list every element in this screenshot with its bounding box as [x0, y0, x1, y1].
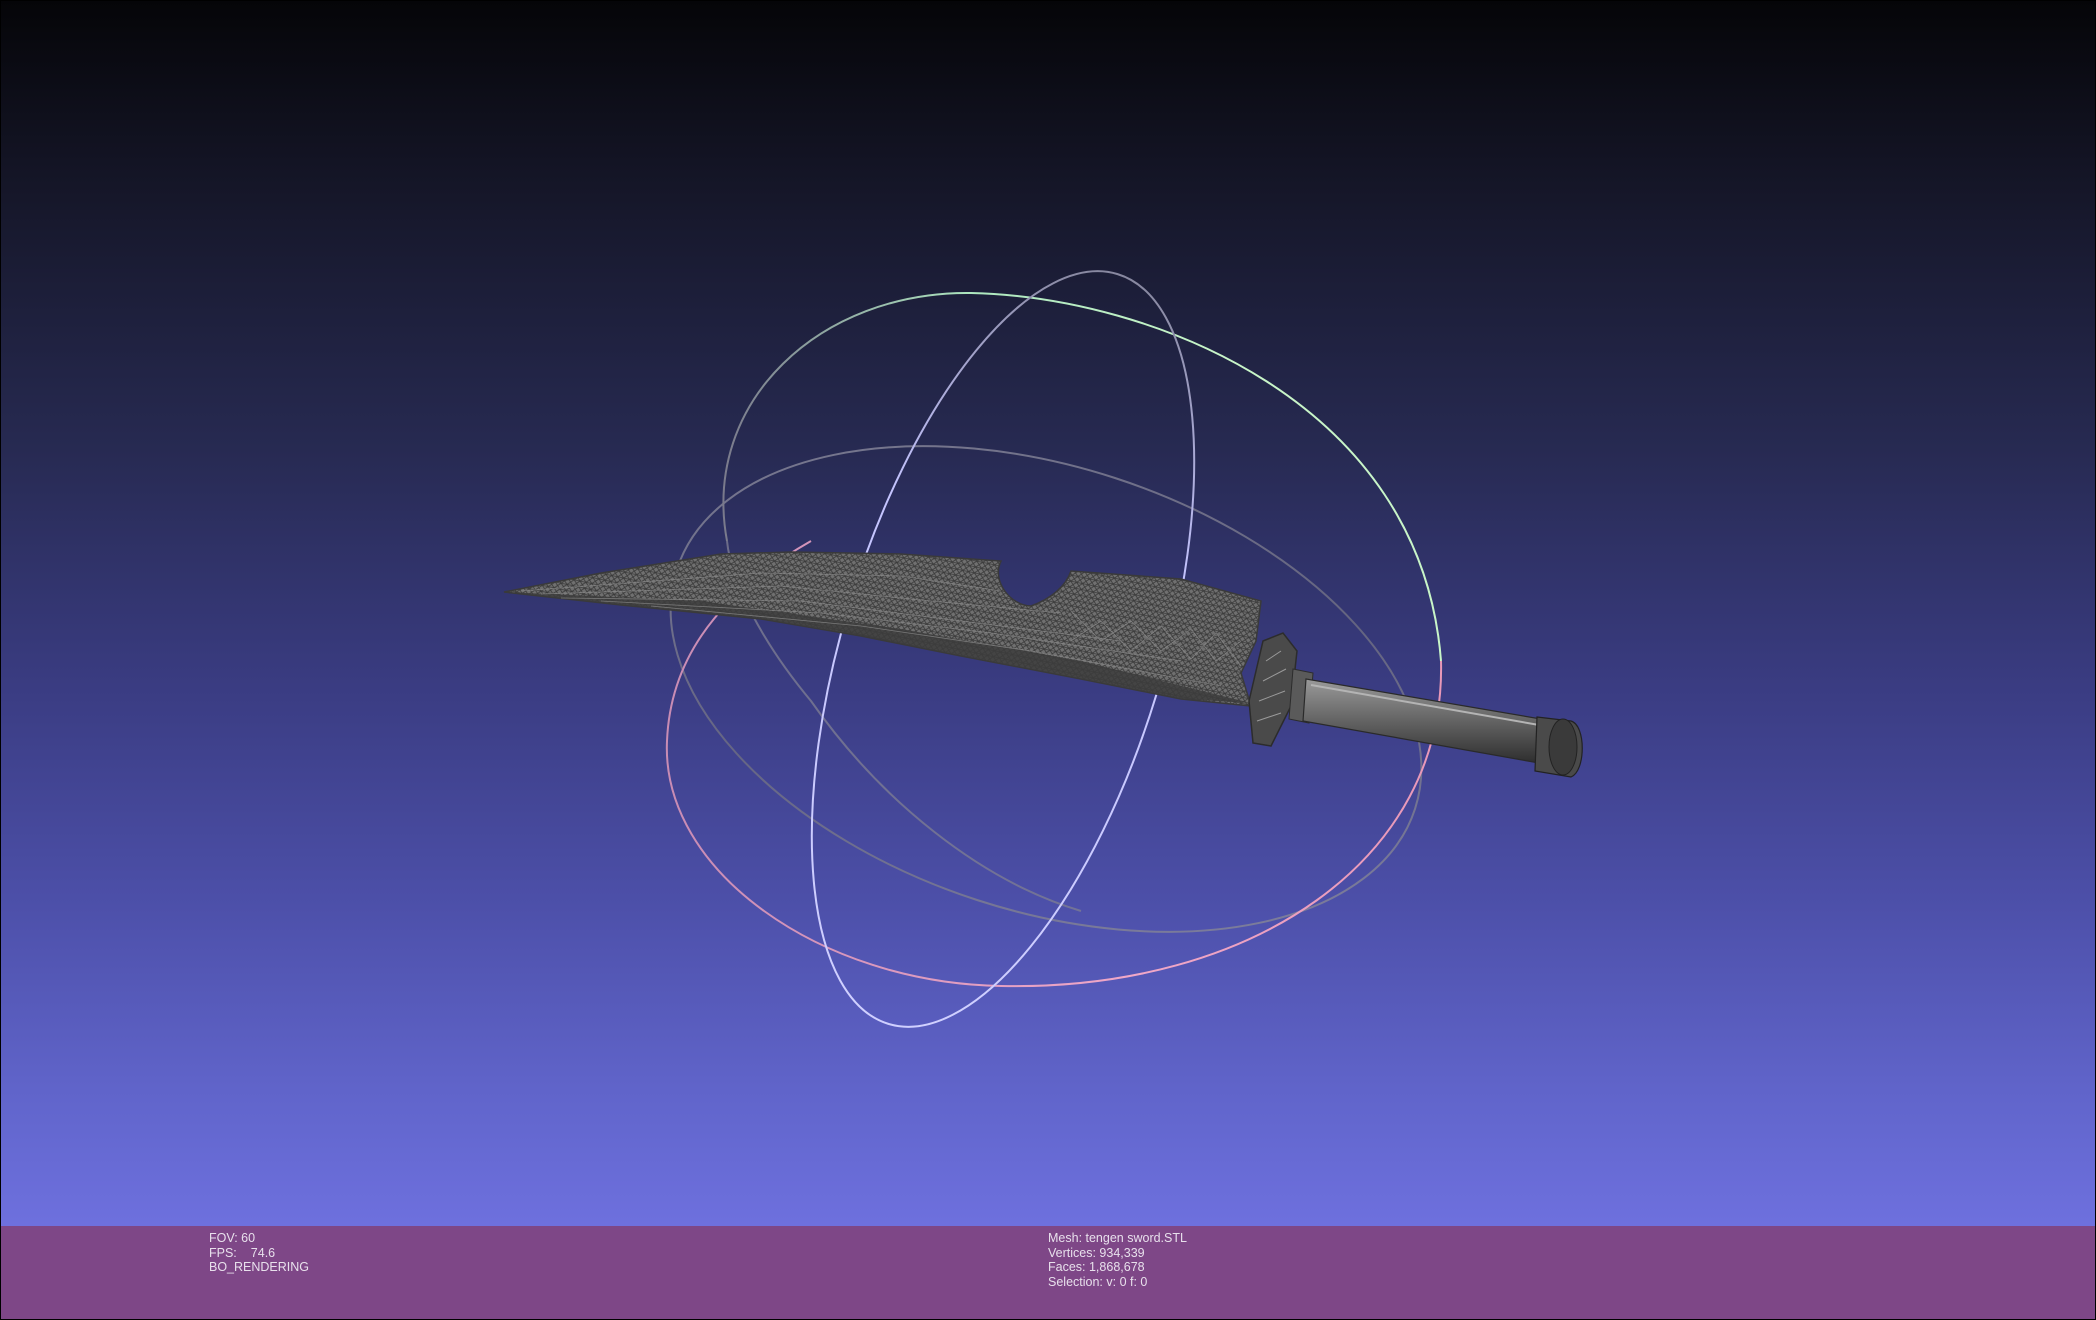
mesh-name-label: Mesh: tengen sword.STL — [1048, 1231, 1187, 1245]
status-info-bar: FOV: 60 FPS: 74.6 BO_RENDERING Mesh: teng… — [1, 1226, 2095, 1319]
scene-canvas[interactable] — [1, 1, 2095, 1226]
sword-guard — [1248, 632, 1298, 747]
selection-label: Selection: v: 0 f: 0 — [1048, 1274, 1148, 1289]
vertices-count-label: Vertices: 934,339 — [1048, 1245, 1145, 1260]
mesh-info-panel: Mesh: tengen sword.STL Vertices: 934,339… — [1048, 1231, 1187, 1289]
sword-pommel-cap — [1548, 718, 1578, 776]
sword-handle — [1302, 678, 1542, 764]
sword-mesh[interactable] — [503, 551, 1583, 778]
render-info-panel: FOV: 60 FPS: 74.6 BO_RENDERING — [209, 1231, 309, 1275]
render-mode-label: BO_RENDERING — [209, 1260, 310, 1275]
fps-readout: FPS: 74.6 — [209, 1246, 309, 1261]
faces-count-label: Faces: 1,868,678 — [1048, 1260, 1145, 1275]
fps-value: 74.6 — [250, 1245, 276, 1260]
fps-label: FPS: — [209, 1245, 237, 1260]
3d-viewport[interactable]: FOV: 60 FPS: 74.6 BO_RENDERING Mesh: teng… — [1, 1, 2095, 1319]
fov-label: FOV: 60 — [209, 1231, 256, 1245]
